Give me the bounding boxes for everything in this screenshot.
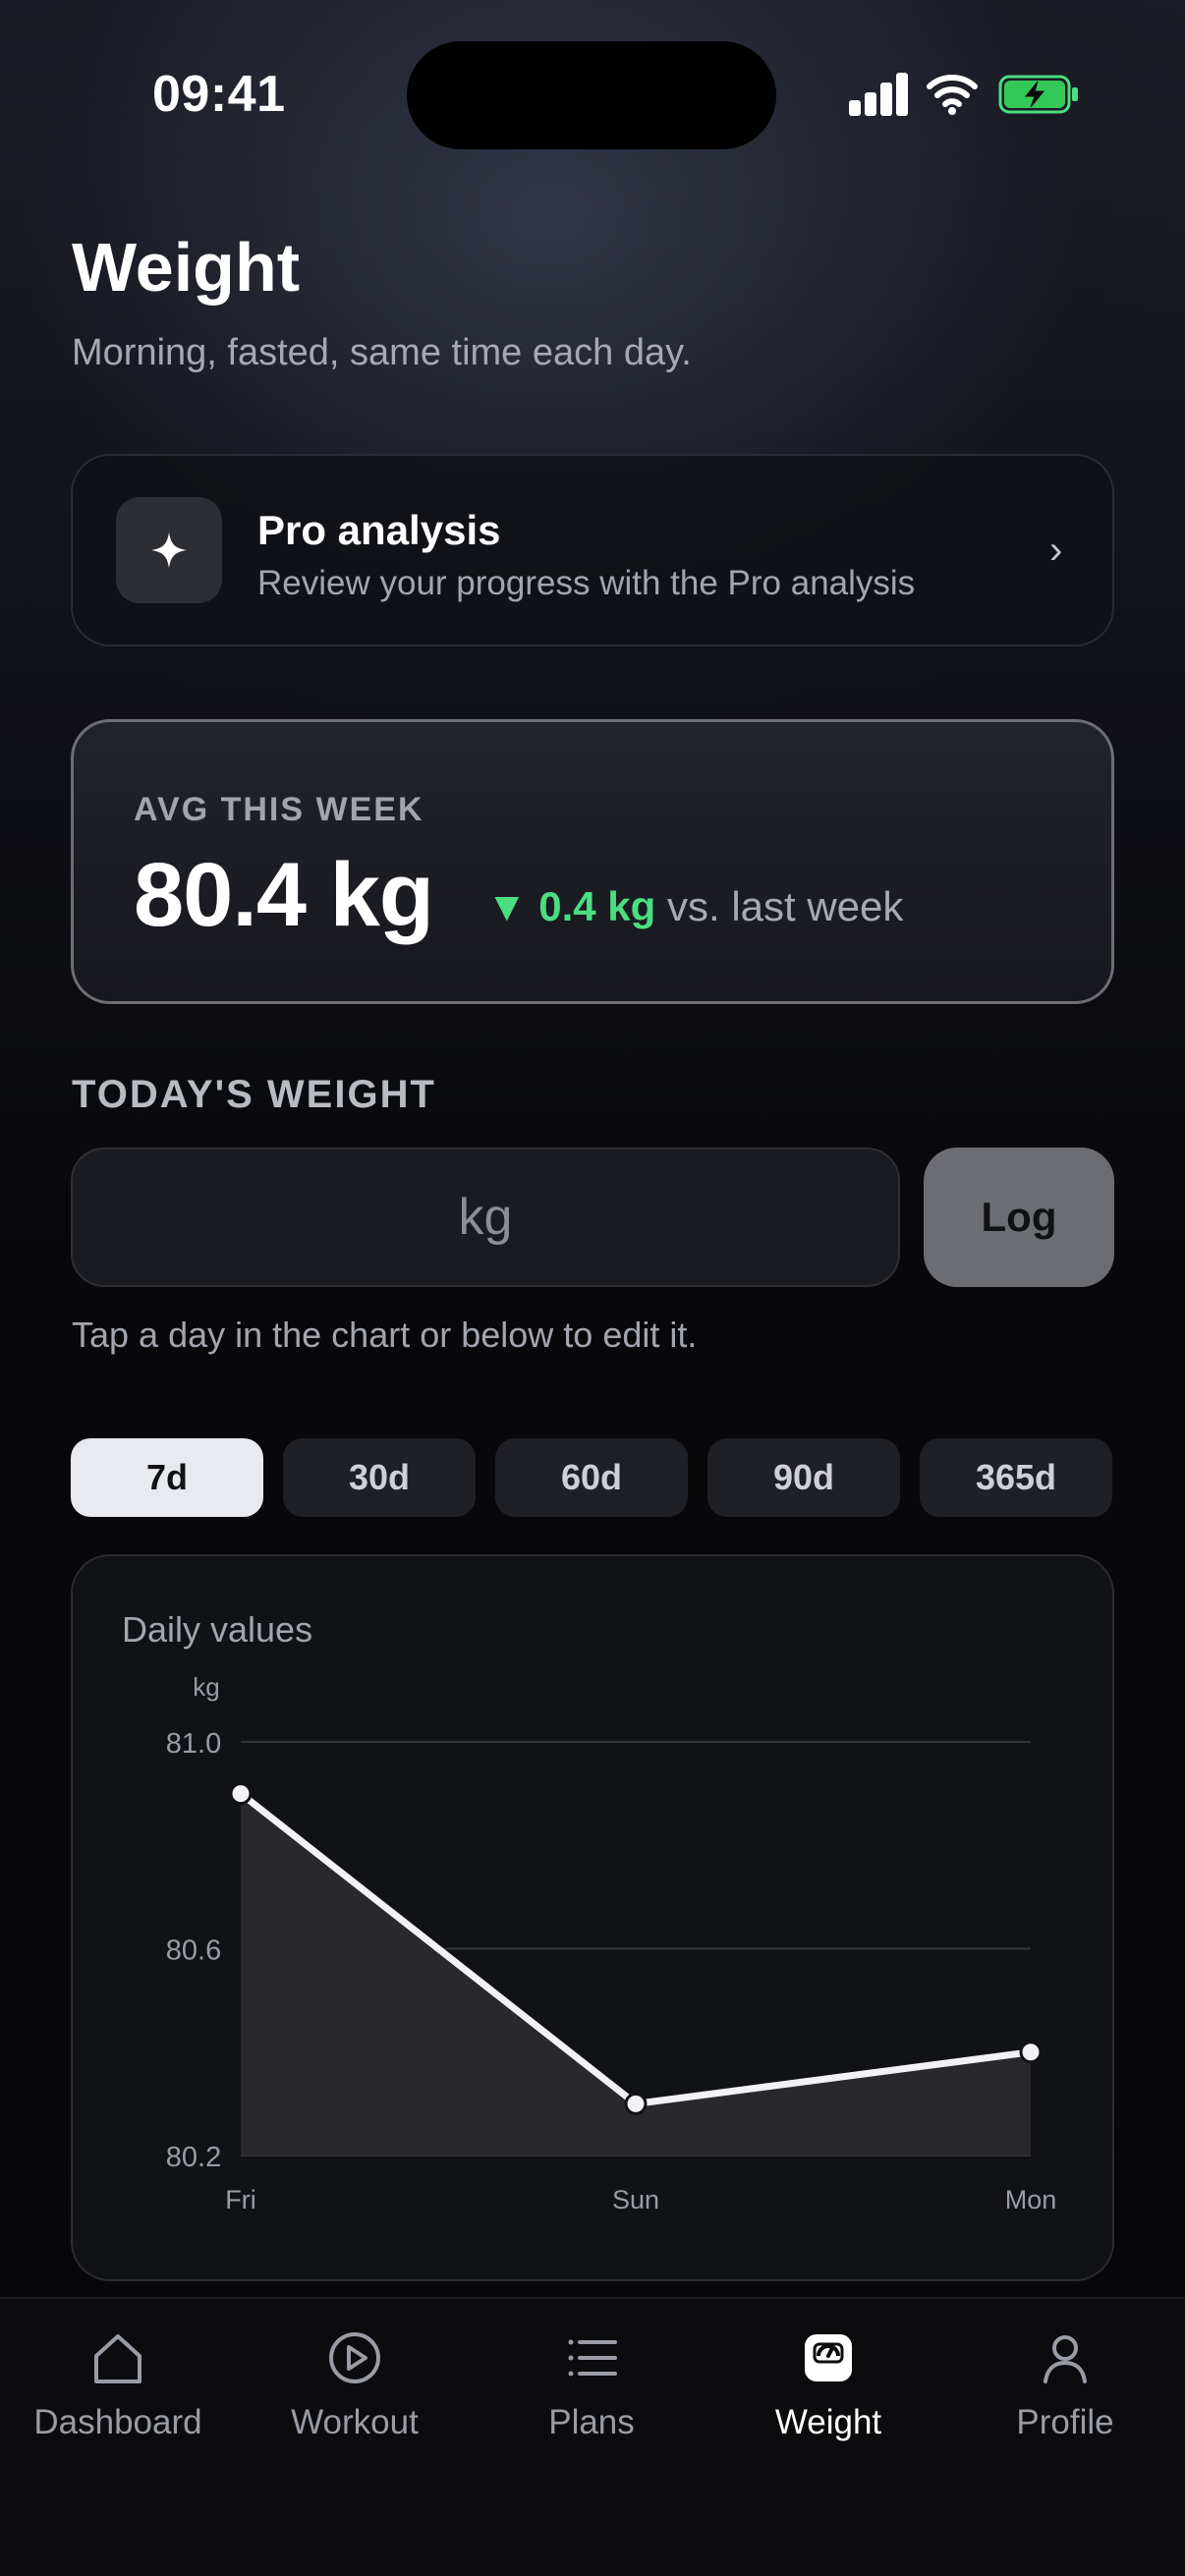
sparkle-icon	[151, 532, 187, 568]
delta-value: 0.4 kg	[538, 883, 656, 929]
person-icon	[1044, 2335, 1087, 2383]
nav-label: Plans	[548, 2403, 635, 2441]
data-point[interactable]	[624, 2092, 648, 2115]
dynamic-island	[407, 41, 776, 149]
x-tick-label: Sun	[612, 2185, 659, 2214]
nav-label: Dashboard	[33, 2403, 202, 2441]
list-icon	[568, 2339, 617, 2377]
scale-icon	[805, 2334, 852, 2381]
avg-value: 80.4 kg	[134, 845, 434, 945]
y-tick-label: 80.6	[166, 1935, 221, 1967]
nav-plans[interactable]: Plans	[474, 2328, 709, 2466]
range-tab-30d[interactable]: 30d	[283, 1438, 476, 1517]
status-time: 09:41	[152, 66, 286, 123]
nav-label: Profile	[1016, 2403, 1114, 2441]
weight-input[interactable]	[71, 1148, 900, 1287]
chart-heading: Daily values	[122, 1609, 313, 1650]
x-tick-label: Mon	[1005, 2185, 1057, 2214]
weight-chart[interactable]: 81.0 80.6 80.2 kg Fri Sun Mon	[73, 1556, 1116, 2283]
nav-workout[interactable]: Workout	[237, 2328, 473, 2466]
delta-suffix: vs. last week	[667, 883, 904, 929]
nav-label: Workout	[291, 2403, 419, 2441]
pro-analysis-description: Review your progress with the Pro analys…	[257, 564, 916, 602]
play-circle-icon	[329, 2332, 380, 2383]
range-tab-365d[interactable]: 365d	[920, 1438, 1112, 1517]
nav-label: Weight	[774, 2403, 882, 2441]
nav-weight[interactable]: Weight	[710, 2328, 946, 2466]
nav-profile[interactable]: Profile	[947, 2328, 1183, 2466]
y-tick-label: 80.2	[166, 2142, 221, 2173]
chart-card: 81.0 80.6 80.2 kg Fri Sun Mon Daily values	[71, 1554, 1114, 2281]
pro-icon-tile	[116, 497, 222, 603]
edit-hint: Tap a day in the chart or below to edit …	[72, 1315, 698, 1355]
range-tab-7d[interactable]: 7d	[71, 1438, 263, 1517]
log-button[interactable]: Log	[924, 1148, 1114, 1287]
page-title: Weight	[72, 229, 301, 306]
avg-delta: ▼ 0.4 kg vs. last week	[486, 883, 903, 930]
chevron-right-icon: ›	[1049, 529, 1063, 572]
x-tick-label: Fri	[225, 2185, 255, 2214]
wifi-icon	[927, 75, 978, 115]
battery-icon	[998, 75, 1078, 114]
y-axis-unit: kg	[193, 1672, 219, 1702]
range-tab-90d[interactable]: 90d	[707, 1438, 900, 1517]
down-arrow-icon: ▼	[486, 883, 528, 929]
data-point[interactable]	[1019, 2041, 1043, 2064]
signal-icon	[849, 73, 908, 116]
pro-analysis-card[interactable]: Pro analysis Review your progress with t…	[71, 454, 1114, 646]
y-tick-label: 81.0	[166, 1728, 221, 1760]
pro-analysis-title: Pro analysis	[257, 507, 501, 553]
page-subtitle: Morning, fasted, same time each day.	[72, 332, 692, 373]
avg-label: AVG THIS WEEK	[134, 791, 424, 828]
weekly-average-card: AVG THIS WEEK 80.4 kg ▼ 0.4 kg vs. last …	[71, 719, 1114, 1004]
bottom-navigation: Dashboard Workout Plans Weight Profile	[0, 2297, 1185, 2576]
todays-weight-label: TODAY'S WEIGHT	[72, 1073, 436, 1116]
nav-dashboard[interactable]: Dashboard	[0, 2328, 236, 2466]
range-tab-60d[interactable]: 60d	[495, 1438, 688, 1517]
data-point[interactable]	[229, 1782, 253, 1806]
home-icon	[94, 2334, 141, 2383]
